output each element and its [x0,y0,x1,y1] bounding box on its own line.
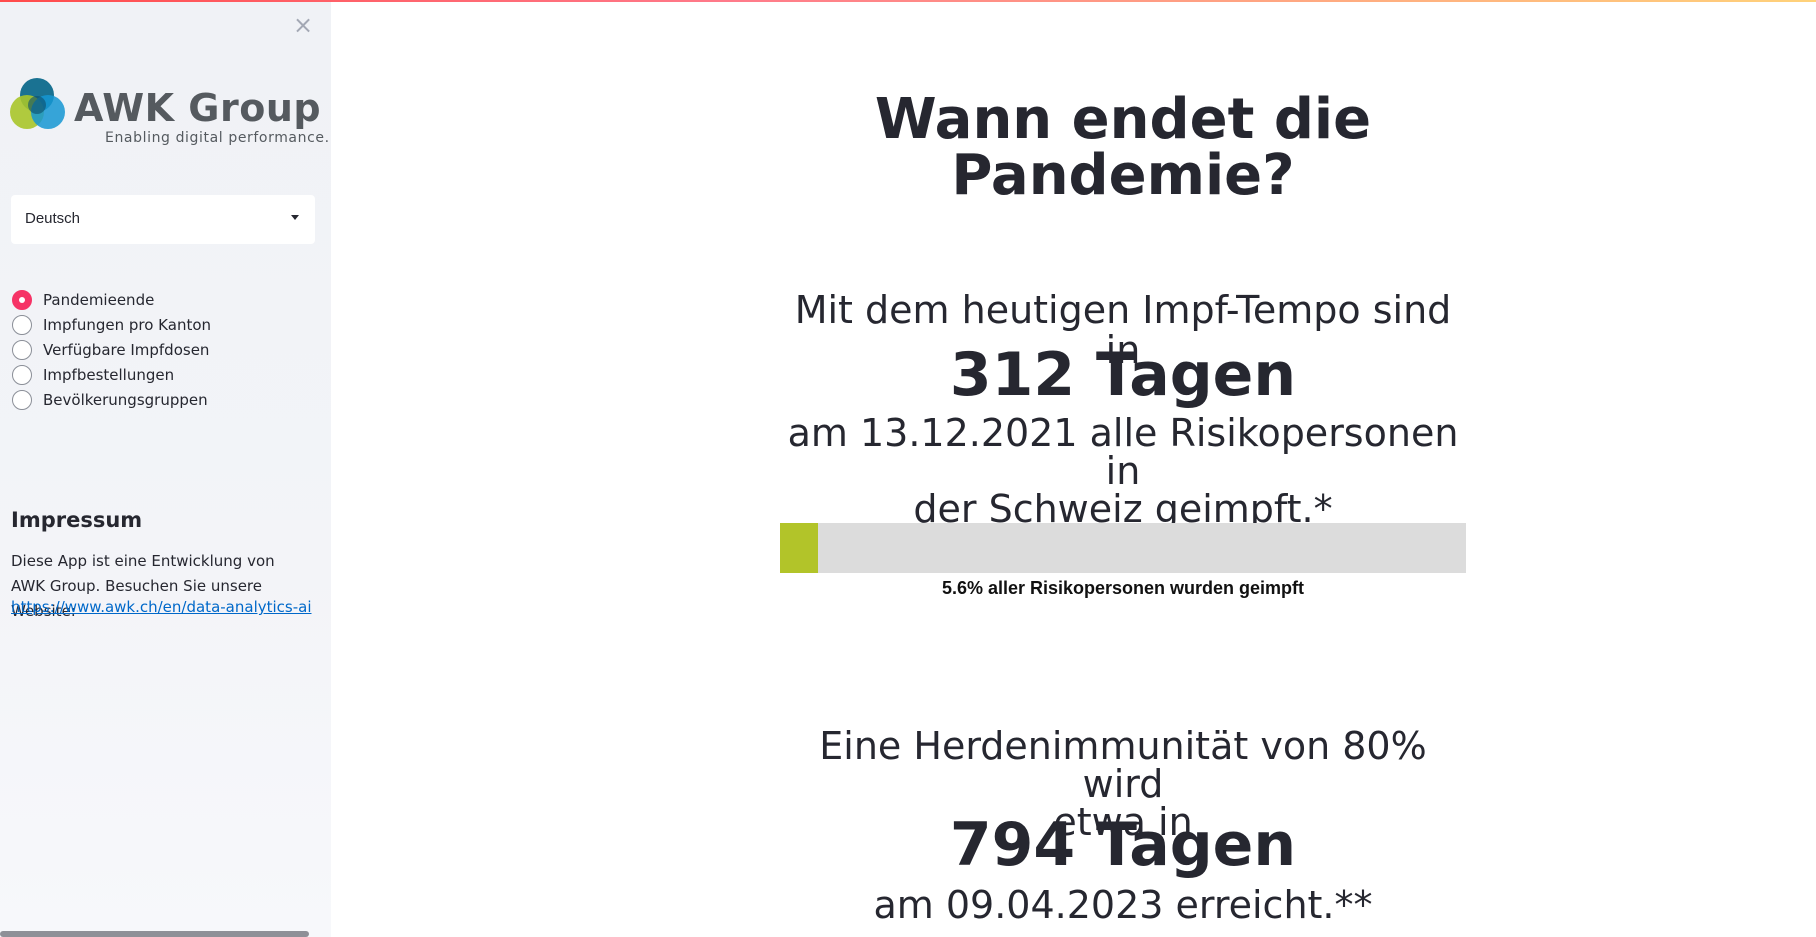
impressum-heading: Impressum [11,508,143,532]
awk-logo-icon [10,78,65,129]
herd-immunity-date: am 09.04.2023 erreicht.** [873,883,1373,927]
radio-unchecked-icon[interactable] [12,389,32,410]
close-sidebar-icon[interactable]: × [292,13,314,37]
days-until-herd-immunity: 794 Tagen [949,810,1297,880]
nav-option-impfbestellungen[interactable]: Impfbestellungen [12,362,211,387]
sidebar: × AWK Group Enabling digital performance… [0,0,331,937]
logo-tagline: Enabling digital performance. [105,130,330,146]
page-navigation-radio: Pandemieende Impfungen pro Kanton Verfüg… [12,287,211,412]
nav-option-label: Verfügbare Impfdosen [43,340,210,359]
logo-name: AWK Group [74,86,322,130]
nav-option-label: Bevölkerungsgruppen [43,390,208,409]
page-title-line-1: Wann endet die [874,87,1372,152]
nav-option-label: Impfbestellungen [43,365,175,384]
main-content: Wann endet die Pandemie? Mit dem heutige… [331,0,1816,937]
top-decoration-bar [0,0,1816,2]
nav-option-pandemieende[interactable]: Pandemieende [12,287,211,312]
nav-option-verfuegbare-impfdosen[interactable]: Verfügbare Impfdosen [12,337,211,362]
nav-option-label: Impfungen pro Kanton [43,315,212,334]
nav-option-impfungen-pro-kanton[interactable]: Impfungen pro Kanton [12,312,211,337]
page-title: Wann endet die Pandemie? [780,92,1466,204]
vaccination-progress-label: 5.6% aller Risikopersonen wurden geimpft [941,578,1305,598]
radio-unchecked-icon[interactable] [12,314,32,335]
vaccination-progress-fill [780,523,819,573]
radio-unchecked-icon[interactable] [12,339,32,360]
page-title-line-2: Pandemie? [951,143,1295,208]
website-link[interactable]: https://www.awk.ch/en/data-analytics-ai [11,598,312,616]
language-select-value: Deutsch [25,210,81,227]
days-until-risk-group-vaccinated: 312 Tagen [949,340,1297,410]
vaccination-progress-bar [780,523,1466,573]
nav-option-label: Pandemieende [43,290,155,309]
herd-immunity-text-line-1: Eine Herdenimmunität von 80% wird [819,724,1427,806]
radio-checked-icon[interactable] [12,289,32,310]
risk-group-text-line-1: am 13.12.2021 alle Risikopersonen in [787,411,1459,493]
risk-group-completion-text: am 13.12.2021 alle Risikopersonen in der… [780,414,1466,528]
chevron-down-icon [291,215,299,220]
language-select[interactable]: Deutsch [11,195,315,244]
radio-unchecked-icon[interactable] [12,364,32,385]
sidebar-horizontal-scrollbar[interactable] [0,931,309,937]
nav-option-bevoelkerungsgruppen[interactable]: Bevölkerungsgruppen [12,387,211,412]
awk-logo: AWK Group Enabling digital performance. [10,78,329,150]
